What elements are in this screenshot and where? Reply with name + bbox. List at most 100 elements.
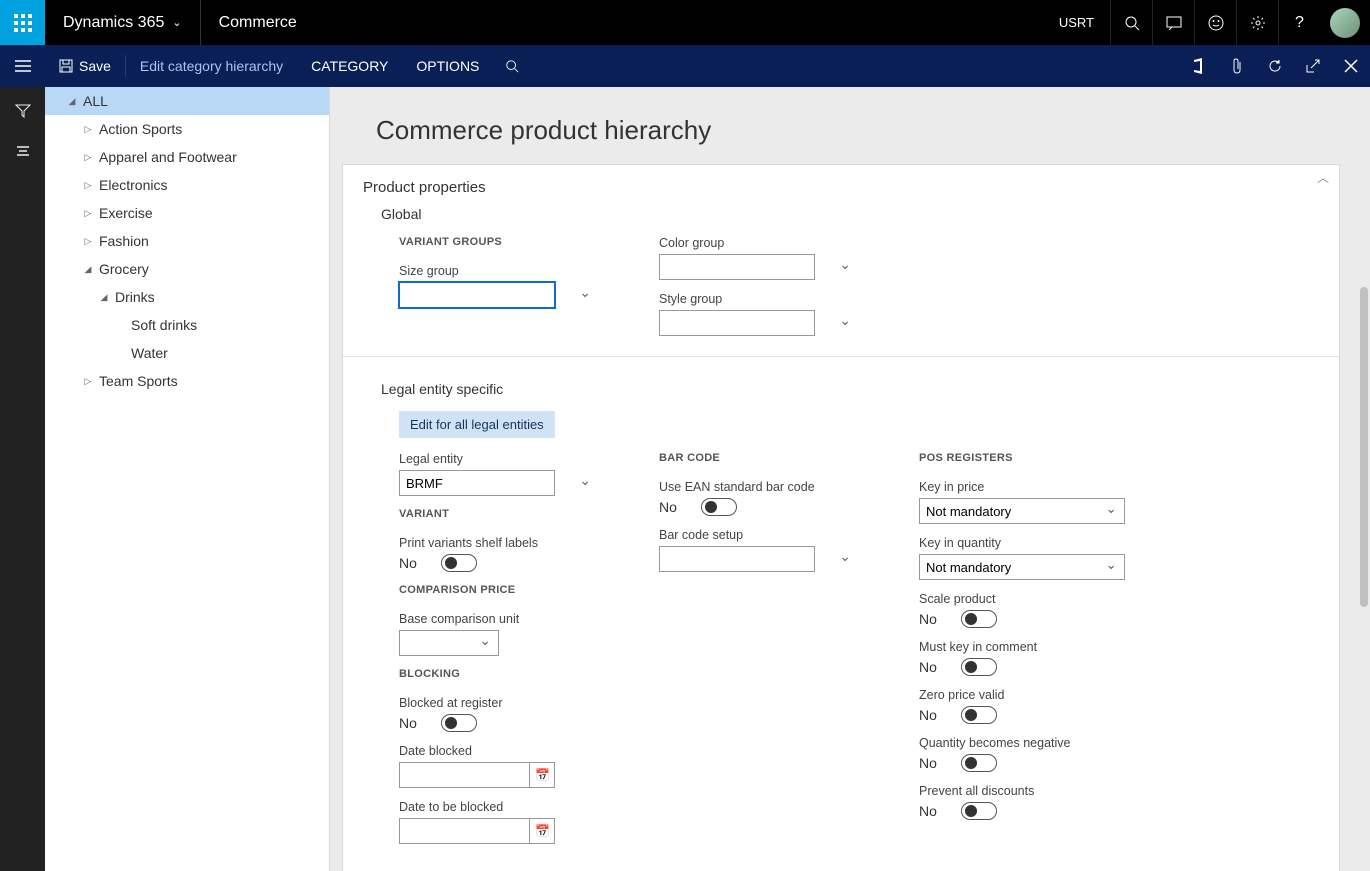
toggle-value: No [399, 715, 429, 731]
avatar[interactable] [1330, 8, 1360, 38]
search-icon[interactable] [1110, 0, 1152, 45]
tree-item[interactable]: ▷Apparel and Footwear [45, 143, 329, 171]
section-product-properties: Product properties [363, 179, 1319, 196]
caret-right-icon: ▷ [81, 236, 95, 247]
qty-negative-toggle[interactable] [961, 754, 997, 772]
tree-label: Team Sports [95, 373, 178, 389]
toggle-value: No [919, 803, 949, 819]
tree-item[interactable]: Soft drinks [45, 311, 329, 339]
group-pos: POS REGISTERS [919, 452, 1125, 464]
tree-label: Exercise [95, 205, 153, 221]
tree-item[interactable]: ▷Fashion [45, 227, 329, 255]
blocked-register-toggle[interactable] [441, 714, 477, 732]
save-button[interactable]: Save [45, 45, 125, 87]
tree-item[interactable]: ▷Action Sports [45, 115, 329, 143]
label-blocked-register: Blocked at register [399, 696, 599, 710]
group-barcode: BAR CODE [659, 452, 859, 464]
brand-dropdown[interactable]: Dynamics 365 ⌄ [45, 14, 200, 32]
label-key-qty: Key in quantity [919, 536, 1125, 550]
calendar-icon[interactable]: 📅 [529, 762, 555, 788]
key-in-quantity-select[interactable]: Not mandatory [919, 554, 1125, 580]
tree-item-grocery[interactable]: ◢ Grocery [45, 255, 329, 283]
caret-down-icon: ◢ [81, 264, 95, 275]
chevron-down-icon: ⌄ [172, 16, 181, 29]
brand-label: Dynamics 365 [63, 14, 164, 32]
label-color-group: Color group [659, 236, 859, 250]
size-group-select[interactable] [399, 282, 555, 308]
tree-item[interactable]: ▷Team Sports [45, 367, 329, 395]
company-code[interactable]: USRT [1043, 15, 1110, 30]
tree-label: Action Sports [95, 121, 182, 137]
messages-icon[interactable] [1152, 0, 1194, 45]
category-tree: ◢ ALL ▷Action Sports▷Apparel and Footwea… [45, 87, 330, 871]
label-legal-entity: Legal entity [399, 452, 599, 466]
caret-right-icon: ▷ [81, 124, 95, 135]
edit-all-entities-button[interactable]: Edit for all legal entities [399, 411, 555, 438]
hamburger-button[interactable] [0, 45, 45, 87]
base-comparison-unit-select[interactable] [399, 630, 499, 656]
tab-category[interactable]: CATEGORY [297, 45, 402, 87]
tree-label: ALL [79, 93, 108, 109]
label-use-ean: Use EAN standard bar code [659, 480, 859, 494]
label-prevent-discounts: Prevent all discounts [919, 784, 1125, 798]
group-blocking: BLOCKING [399, 668, 599, 680]
filter-icon[interactable] [15, 103, 31, 119]
tree-item-drinks[interactable]: ◢ Drinks [45, 283, 329, 311]
tree-label: Fashion [95, 233, 149, 249]
caret-right-icon: ▷ [81, 208, 95, 219]
label-key-price: Key in price [919, 480, 1125, 494]
smiley-icon[interactable] [1194, 0, 1236, 45]
calendar-icon[interactable]: 📅 [529, 818, 555, 844]
tree-label: Grocery [95, 261, 149, 277]
popout-icon[interactable] [1294, 45, 1332, 87]
label-base-comp-unit: Base comparison unit [399, 612, 599, 626]
style-group-select[interactable] [659, 310, 815, 336]
app-launcher-button[interactable] [0, 0, 45, 45]
toggle-value: No [919, 659, 949, 675]
gear-icon[interactable] [1236, 0, 1278, 45]
edit-hierarchy-link[interactable]: Edit category hierarchy [126, 45, 297, 87]
office-icon[interactable] [1180, 45, 1218, 87]
tree-label: Soft drinks [127, 317, 197, 333]
prevent-discounts-toggle[interactable] [961, 802, 997, 820]
tab-options[interactable]: OPTIONS [402, 45, 493, 87]
toggle-value: No [919, 707, 949, 723]
must-key-comment-toggle[interactable] [961, 658, 997, 676]
print-variants-toggle[interactable] [441, 554, 477, 572]
zero-price-toggle[interactable] [961, 706, 997, 724]
tree-root-all[interactable]: ◢ ALL [45, 87, 329, 115]
label-size-group: Size group [399, 264, 599, 278]
label-style-group: Style group [659, 292, 859, 306]
tree-label: Electronics [95, 177, 167, 193]
sub-global: Global [381, 206, 1319, 222]
barcode-setup-select[interactable] [659, 546, 815, 572]
scrollbar[interactable] [1360, 87, 1368, 871]
toggle-value: No [919, 611, 949, 627]
close-icon[interactable] [1332, 45, 1370, 87]
toggle-value: No [399, 555, 429, 571]
tree-label: Apparel and Footwear [95, 149, 237, 165]
tree-item[interactable]: ▷Electronics [45, 171, 329, 199]
help-icon[interactable]: ? [1278, 0, 1320, 45]
tree-item[interactable]: Water [45, 339, 329, 367]
label-date-to-be-blocked: Date to be blocked [399, 800, 599, 814]
list-icon[interactable] [15, 145, 31, 157]
caret-down-icon: ◢ [97, 292, 111, 303]
key-in-price-select[interactable]: Not mandatory [919, 498, 1125, 524]
cmd-search-icon[interactable] [493, 45, 531, 87]
legal-entity-select[interactable]: BRMF [399, 470, 555, 496]
attach-icon[interactable] [1218, 45, 1256, 87]
collapse-icon[interactable]: ︿ [1317, 169, 1329, 186]
color-group-select[interactable] [659, 254, 815, 280]
tree-item[interactable]: ▷Exercise [45, 199, 329, 227]
save-icon [59, 59, 73, 73]
label-scale-product: Scale product [919, 592, 1125, 606]
scale-product-toggle[interactable] [961, 610, 997, 628]
label-qty-negative: Quantity becomes negative [919, 736, 1125, 750]
use-ean-toggle[interactable] [701, 498, 737, 516]
label-date-blocked: Date blocked [399, 744, 599, 758]
group-comparison: COMPARISON PRICE [399, 584, 599, 596]
module-name: Commerce [201, 14, 315, 32]
group-variant: VARIANT GROUPS [399, 236, 599, 248]
refresh-icon[interactable] [1256, 45, 1294, 87]
